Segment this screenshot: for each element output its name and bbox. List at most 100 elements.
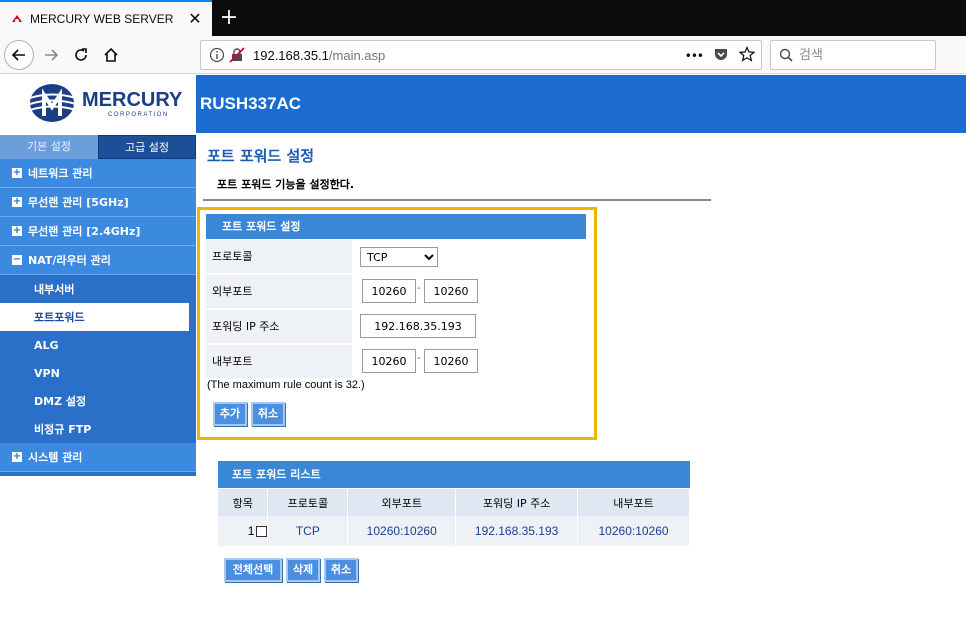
- sidebar-tabs: 기본 설정 고급 설정: [0, 135, 196, 159]
- internal-port-label: 내부포트: [206, 345, 352, 378]
- form-header: 포트 포워드 설정: [206, 214, 586, 239]
- sidebar-group-wifi-24ghz[interactable]: + 무선랜 관리 [2.4GHz]: [0, 217, 196, 246]
- url-host: 192.168.35.1: [253, 47, 329, 63]
- search-box[interactable]: [770, 40, 936, 70]
- external-port-row: 외부포트 -: [206, 275, 586, 308]
- reload-icon: [75, 48, 87, 61]
- expand-plus-icon: +: [12, 167, 22, 178]
- tab-title: MERCURY WEB SERVER: [30, 12, 174, 26]
- url-bar[interactable]: 192.168.35.1/main.asp •••: [200, 40, 762, 70]
- tab-basic-settings[interactable]: 기본 설정: [0, 135, 98, 159]
- insecure-lock-icon[interactable]: [229, 47, 245, 63]
- sidebar-group-label: 시스템 관리: [28, 451, 83, 464]
- add-button[interactable]: 추가: [213, 402, 247, 426]
- external-port-start-input[interactable]: [362, 279, 416, 303]
- protocol-label: 프로토콜: [206, 240, 352, 273]
- page-actions-menu-icon[interactable]: •••: [685, 49, 704, 63]
- sidebar-group-system[interactable]: + 시스템 관리: [0, 443, 196, 472]
- sidebar-item-vpn[interactable]: VPN: [0, 359, 196, 387]
- forward-button[interactable]: [36, 40, 66, 70]
- sidebar-item-alg[interactable]: ALG: [0, 331, 196, 359]
- table-header-row: 항목 프로토콜 외부포트 포워딩 IP 주소 내부포트: [218, 489, 690, 516]
- internal-port-end-input[interactable]: [424, 349, 478, 373]
- page-title: 포트 포워드 설정: [207, 147, 315, 165]
- sidebar-item-port-forward[interactable]: 포트포워드: [0, 303, 189, 331]
- sidebar-item-dmz[interactable]: DMZ 설정: [0, 387, 196, 415]
- sidebar-group-wifi-5ghz[interactable]: + 무선랜 관리 [5GHz]: [0, 188, 196, 217]
- range-dash: -: [417, 283, 421, 294]
- forward-ip-cell: [354, 310, 586, 343]
- protocol-row: 프로토콜 TCP: [206, 240, 586, 273]
- row-external-port: 10260:10260: [347, 516, 457, 546]
- reload-button[interactable]: [66, 40, 96, 70]
- page-description: 포트 포워드 기능을 설정한다.: [203, 172, 711, 201]
- range-dash: -: [417, 353, 421, 364]
- internal-port-row: 내부포트 -: [206, 345, 586, 378]
- arrow-right-icon: [45, 49, 59, 61]
- select-all-button[interactable]: 전체선택: [224, 558, 282, 582]
- home-icon: [104, 47, 118, 62]
- sidebar-group-label: 무선랜 관리 [5GHz]: [28, 196, 129, 209]
- mercury-favicon-icon: [10, 12, 24, 26]
- sidebar-group-label: 네트워크 관리: [28, 167, 93, 180]
- expand-plus-icon: +: [12, 451, 22, 462]
- forward-ip-row: 포워딩 IP 주소: [206, 310, 586, 343]
- home-button[interactable]: [96, 40, 126, 70]
- sidebar-group-network[interactable]: + 네트워크 관리: [0, 159, 196, 188]
- info-icon[interactable]: [209, 47, 225, 63]
- external-port-label: 외부포트: [206, 275, 352, 308]
- internal-port-cell: -: [354, 345, 586, 378]
- pocket-icon[interactable]: [713, 46, 729, 66]
- bookmark-star-icon[interactable]: [738, 46, 756, 66]
- column-header: 프로토콜: [267, 489, 349, 516]
- search-input[interactable]: [799, 47, 929, 63]
- tab-advanced-settings[interactable]: 고급 설정: [98, 135, 196, 159]
- browser-tab[interactable]: MERCURY WEB SERVER ✕: [0, 0, 212, 36]
- row-forward-ip: 192.168.35.193: [455, 516, 579, 546]
- collapse-minus-icon: −: [12, 254, 22, 265]
- list-cancel-button[interactable]: 취소: [324, 558, 358, 582]
- external-port-end-input[interactable]: [424, 279, 478, 303]
- expand-plus-icon: +: [12, 196, 22, 207]
- column-header: 외부포트: [347, 489, 457, 516]
- new-tab-button[interactable]: +: [216, 4, 242, 32]
- external-port-cell: -: [354, 275, 586, 308]
- search-icon: [779, 48, 793, 62]
- cancel-button[interactable]: 취소: [251, 402, 285, 426]
- row-internal-port: 10260:10260: [577, 516, 690, 546]
- sidebar-item-ftp[interactable]: 비정규 FTP: [0, 415, 196, 443]
- sidebar-group-label: 무선랜 관리 [2.4GHz]: [28, 225, 141, 238]
- port-forward-table: 항목 프로토콜 외부포트 포워딩 IP 주소 내부포트 1 TCP 10260:…: [218, 489, 690, 546]
- column-header: 항목: [218, 489, 269, 516]
- browser-tab-bar: MERCURY WEB SERVER ✕ +: [0, 0, 966, 36]
- header-bar: RUSH337AC: [196, 75, 966, 133]
- forward-ip-input[interactable]: [360, 314, 476, 338]
- logo-area: MERCURY CORPORATION: [0, 75, 196, 133]
- row-checkbox[interactable]: [256, 526, 268, 538]
- sidebar-group-nat-router[interactable]: − NAT/라우터 관리: [0, 246, 196, 275]
- internal-port-start-input[interactable]: [362, 349, 416, 373]
- protocol-select[interactable]: TCP: [360, 247, 438, 267]
- protocol-cell: TCP: [354, 240, 586, 273]
- url-path: /main.asp: [328, 47, 386, 63]
- sidebar-item-internal-server[interactable]: 내부서버: [0, 275, 196, 303]
- mercury-logo-icon: [29, 84, 77, 122]
- table-row: 1 TCP 10260:10260 192.168.35.193 10260:1…: [218, 516, 690, 546]
- column-header: 내부포트: [577, 489, 690, 516]
- row-index-cell: 1: [218, 516, 269, 546]
- back-button[interactable]: [4, 40, 34, 70]
- forward-ip-label: 포워딩 IP 주소: [206, 310, 352, 343]
- expand-plus-icon: +: [12, 225, 22, 236]
- logo-subtext: CORPORATION: [108, 112, 169, 118]
- model-name: RUSH337AC: [200, 94, 302, 113]
- url-actions: •••: [685, 46, 756, 66]
- max-rule-note: (The maximum rule count is 32.): [207, 379, 365, 391]
- row-index: 1: [247, 524, 255, 538]
- delete-button[interactable]: 삭제: [286, 558, 320, 582]
- close-tab-icon[interactable]: ✕: [186, 10, 204, 28]
- row-protocol: TCP: [267, 516, 349, 546]
- browser-nav-bar: 192.168.35.1/main.asp •••: [0, 36, 966, 74]
- url-text: 192.168.35.1/main.asp: [253, 48, 385, 63]
- logo-text: MERCURY: [82, 89, 183, 111]
- sidebar-group-label: NAT/라우터 관리: [28, 254, 111, 267]
